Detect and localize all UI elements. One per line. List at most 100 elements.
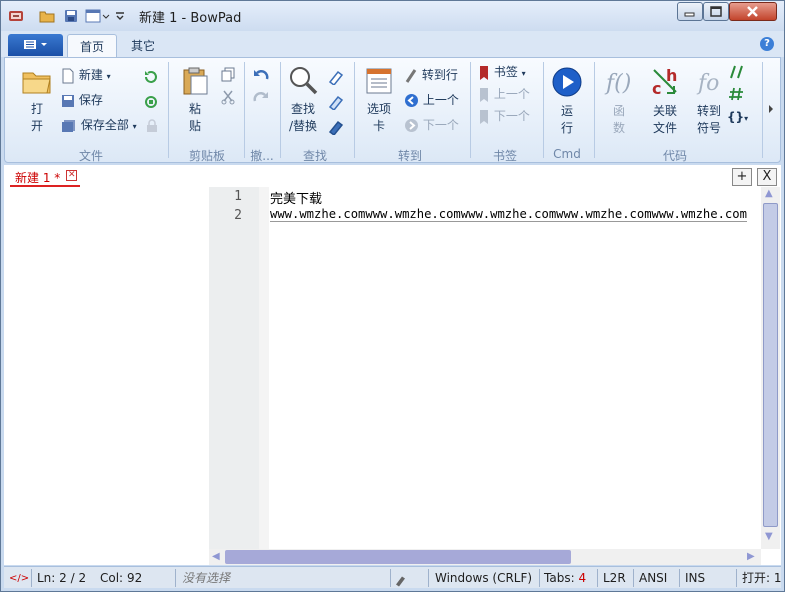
group-separator (168, 62, 169, 158)
vertical-scroll-thumb[interactable] (763, 203, 778, 527)
save-button[interactable]: 保存 (61, 90, 103, 110)
find-replace-button[interactable]: 查找 /替换 (286, 64, 320, 135)
scroll-up-icon[interactable]: ▲ (765, 188, 773, 199)
text-direction[interactable]: L2R (603, 570, 626, 587)
paste-button[interactable]: 粘 贴 (177, 66, 213, 135)
tab-setting[interactable]: Tabs: 4 (544, 570, 586, 587)
cut-icon[interactable] (220, 89, 236, 105)
maximize-icon (710, 6, 722, 17)
status-separator (633, 569, 634, 587)
selection-info: 没有选择 (182, 571, 231, 585)
text-editor[interactable]: 完美下载 www.wmzhe.comwww.wmzhe.comwww.wmzhe… (270, 187, 761, 549)
new-label: 新建 (78, 68, 103, 82)
layout-dropdown-icon[interactable] (85, 8, 111, 24)
col-value: 92 (126, 571, 143, 585)
arrow-right-circle-icon (405, 119, 418, 132)
braces-icon: {} (727, 110, 745, 124)
uncomment-icon[interactable] (727, 86, 747, 102)
group-separator (280, 62, 281, 158)
menu-icon (24, 40, 47, 49)
ln-label: Ln: (37, 571, 56, 585)
close-tab-icon[interactable]: ✕ (66, 170, 78, 181)
maximize-button[interactable] (703, 2, 729, 21)
function-button[interactable]: f() 函 数 (601, 66, 637, 137)
open-count: 打开: 1 (742, 571, 782, 585)
save-all-button[interactable]: 保存全部 ▾ (61, 115, 137, 135)
col-label: Col: (100, 571, 124, 585)
horizontal-scroll-thumb[interactable] (225, 550, 571, 564)
close-document-button[interactable]: X (757, 168, 777, 186)
new-tab-button[interactable]: + (732, 168, 752, 186)
goto-symbol-button[interactable]: fo 转到 符号 (691, 66, 727, 137)
scroll-left-icon[interactable]: ◀ (212, 551, 220, 562)
document-tab[interactable]: 新建 1 * ✕ (10, 167, 81, 187)
editor-line[interactable]: 完美下载 (270, 188, 322, 207)
group-separator (594, 62, 595, 158)
vertical-scrollbar[interactable]: ▲ ▼ (761, 187, 780, 549)
find-file-icon[interactable] (327, 117, 345, 135)
app-icon[interactable] (8, 8, 24, 24)
open-folder-icon[interactable] (39, 8, 55, 24)
run-button[interactable]: 运 行 (549, 66, 585, 137)
run-label: 运 行 (560, 104, 573, 135)
editor-area: 1 2 完美下载 www.wmzhe.comwww.wmzhe.comwww.w… (4, 187, 781, 565)
lock-icon[interactable] (145, 119, 159, 133)
goto-line-button[interactable]: 转到行 (404, 65, 458, 85)
goto-line-label: 转到行 (421, 68, 458, 82)
customize-qat-icon[interactable] (114, 8, 126, 24)
help-icon[interactable]: ? (760, 37, 774, 51)
comment-icon[interactable] (727, 64, 747, 80)
bookmark-next-button[interactable]: 下一个 (478, 106, 530, 126)
horizontal-scrollbar[interactable]: ◀ ▶ (209, 549, 761, 565)
undo-icon[interactable] (252, 67, 270, 83)
column-position: Col: 92 (100, 570, 142, 587)
insert-mode[interactable]: INS (685, 570, 705, 587)
find-next-icon[interactable] (327, 67, 345, 85)
save-icon[interactable] (63, 8, 79, 24)
minimize-button[interactable] (677, 2, 703, 21)
line-number: 1 (234, 189, 242, 204)
ln-value: 2 / 2 (59, 571, 87, 585)
bookmarks-button[interactable]: 书签 ▾ (478, 62, 526, 82)
redo-icon[interactable] (252, 89, 270, 105)
editor-line[interactable]: www.wmzhe.comwww.wmzhe.comwww.wmzhe.comw… (270, 207, 747, 222)
group-separator (244, 62, 245, 158)
tab-other[interactable]: 其它 (119, 34, 167, 57)
bookmark-prev-button[interactable]: 上一个 (478, 84, 530, 104)
eol-format[interactable]: Windows (CRLF) (435, 570, 532, 587)
save-icon (62, 94, 74, 107)
file-tree-panel[interactable] (4, 187, 209, 549)
scroll-down-icon[interactable]: ▼ (765, 531, 773, 542)
zoom-icon[interactable] (394, 572, 408, 589)
group-separator (543, 62, 544, 158)
svg-text:h: h (666, 66, 677, 85)
bookmark-next-icon (480, 109, 488, 124)
reload-all-icon[interactable] (143, 94, 159, 110)
tabs-button[interactable]: 选项 卡 (361, 66, 397, 135)
open-label: 打 开 (30, 102, 43, 133)
lexer-icon[interactable]: </> (9, 570, 29, 587)
new-button[interactable]: 新建 ▾ (61, 65, 111, 85)
goto-next-label: 下一个 (422, 118, 459, 132)
status-separator (31, 569, 32, 587)
scroll-right-icon[interactable]: ▶ (747, 551, 755, 562)
related-file-button[interactable]: c h 关联 文件 (643, 66, 687, 137)
find-prev-icon[interactable] (327, 92, 345, 110)
copy-icon[interactable] (220, 67, 236, 83)
reload-icon[interactable] (143, 69, 159, 85)
encoding[interactable]: ANSI (639, 570, 667, 587)
bookmarks-label: 书签 (493, 65, 518, 79)
ribbon-scroll-right-icon[interactable] (767, 104, 775, 114)
tab-home[interactable]: 首页 (67, 34, 118, 57)
paste-label: 粘 贴 (188, 102, 201, 133)
goto-prev-button[interactable]: 上一个 (404, 90, 459, 110)
fold-margin[interactable] (259, 187, 269, 549)
group-label-code: 代码 (662, 149, 687, 163)
close-window-button[interactable] (729, 2, 777, 21)
braces-button[interactable]: {}▾ (727, 107, 748, 127)
open-button[interactable]: 打 开 (19, 66, 55, 135)
ribbon: 打 开 新建 ▾ 保存 保存全部 ▾ 文件 粘 贴 剪贴板 撤... 查找 /替… (4, 57, 781, 163)
save-all-label: 保存全部 (80, 118, 129, 132)
app-menu-button[interactable] (8, 34, 63, 56)
goto-next-button[interactable]: 下一个 (404, 115, 459, 135)
